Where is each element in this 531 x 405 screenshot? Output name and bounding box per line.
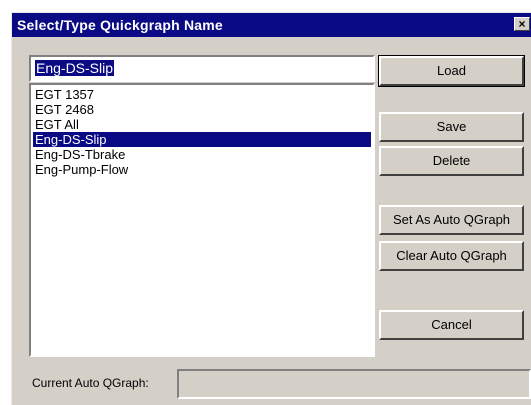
list-item-selected[interactable]: Eng-DS-Slip xyxy=(33,132,371,147)
cancel-button[interactable]: Cancel xyxy=(379,310,524,340)
save-button-label: Save xyxy=(436,119,467,134)
current-auto-qgraph-field xyxy=(177,369,531,399)
list-item[interactable]: Eng-DS-Tbrake xyxy=(33,147,371,162)
save-button[interactable]: Save xyxy=(379,112,524,142)
cancel-button-label: Cancel xyxy=(431,317,472,332)
dialog-title: Select/Type Quickgraph Name xyxy=(17,17,223,33)
clear-auto-qgraph-label: Clear Auto QGraph xyxy=(396,248,507,263)
close-icon[interactable]: × xyxy=(514,17,530,31)
delete-button-label: Delete xyxy=(432,153,471,168)
current-auto-qgraph-label: Current Auto QGraph: xyxy=(32,376,149,390)
delete-button[interactable]: Delete xyxy=(379,146,524,176)
load-button-label: Load xyxy=(437,63,466,78)
list-item[interactable]: EGT 2468 xyxy=(33,102,371,117)
quickgraph-name-input[interactable]: Eng-DS-Slip xyxy=(29,55,375,82)
load-button[interactable]: Load xyxy=(378,55,525,87)
set-auto-qgraph-label: Set As Auto QGraph xyxy=(392,212,511,227)
list-item[interactable]: Eng-Pump-Flow xyxy=(33,162,371,177)
name-input-value: Eng-DS-Slip xyxy=(35,60,115,76)
list-item[interactable]: EGT 1357 xyxy=(33,87,371,102)
list-item[interactable]: EGT All xyxy=(33,117,371,132)
title-bar[interactable]: Select/Type Quickgraph Name × xyxy=(12,13,531,37)
clear-auto-qgraph-button[interactable]: Clear Auto QGraph xyxy=(379,241,524,271)
set-auto-qgraph-button[interactable]: Set As Auto QGraph xyxy=(379,205,524,235)
quickgraph-dialog: Select/Type Quickgraph Name × Eng-DS-Sli… xyxy=(11,12,531,405)
quickgraph-list[interactable]: EGT 1357 EGT 2468 EGT All Eng-DS-Slip En… xyxy=(29,83,375,357)
